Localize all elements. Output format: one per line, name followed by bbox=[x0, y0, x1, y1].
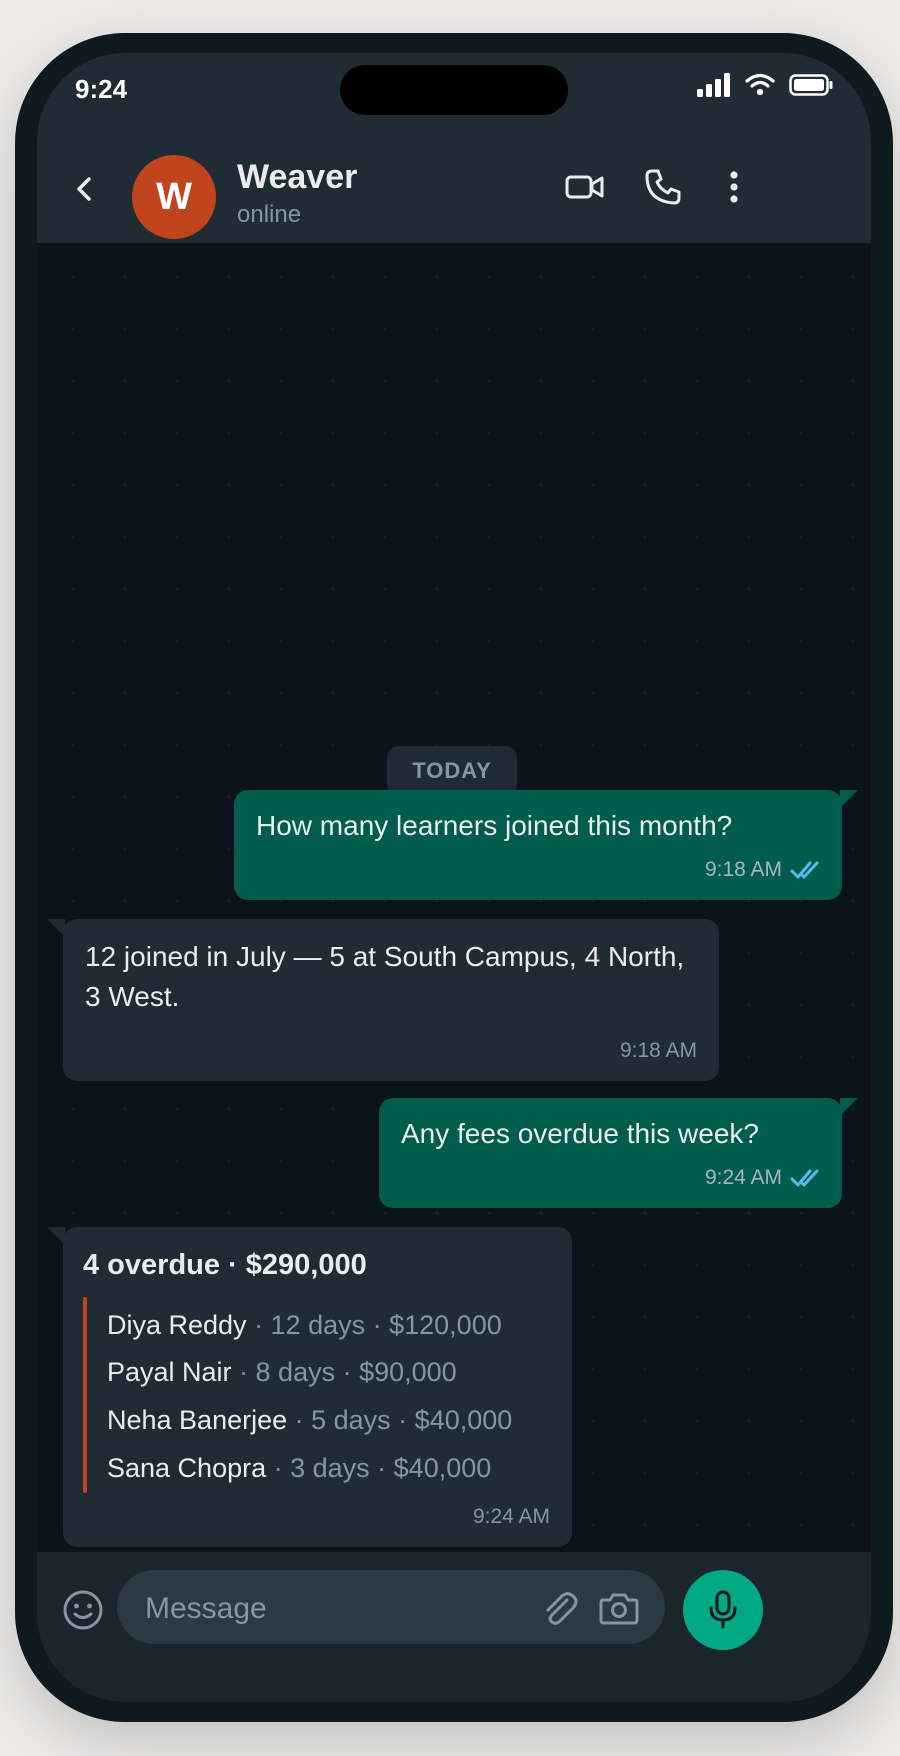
microphone-icon bbox=[709, 1590, 737, 1629]
overdue-row: Sana Chopra · 3 days · $40,000 bbox=[107, 1448, 491, 1488]
contact-status: online bbox=[237, 201, 302, 228]
more-options-icon bbox=[730, 171, 738, 203]
video-call-button[interactable] bbox=[563, 165, 607, 209]
message-meta: 9:18 AM bbox=[620, 1031, 697, 1071]
emoji-icon[interactable] bbox=[61, 1588, 105, 1632]
read-ticks-icon bbox=[790, 861, 819, 879]
message-meta: 9:18 AM bbox=[705, 850, 820, 890]
camera-icon[interactable] bbox=[597, 1586, 641, 1630]
back-icon[interactable] bbox=[67, 171, 103, 207]
message-bubble-outgoing[interactable]: Any fees overdue this week? 9:24 AM bbox=[379, 1098, 858, 1208]
overdue-details: · 5 days · $40,000 bbox=[287, 1405, 513, 1435]
overdue-row: Payal Nair · 8 days · $90,000 bbox=[107, 1352, 457, 1392]
learner-name: Diya Reddy bbox=[107, 1310, 247, 1340]
voice-call-button[interactable] bbox=[641, 165, 685, 209]
top-bar: 9:24 W Weaver online bbox=[37, 53, 871, 243]
message-time: 9:18 AM bbox=[619, 1039, 697, 1062]
overdue-details: · 3 days · $40,000 bbox=[266, 1453, 492, 1483]
battery-icon bbox=[789, 74, 833, 96]
learner-name: Payal Nair bbox=[107, 1357, 232, 1387]
signal-icon bbox=[697, 73, 730, 97]
composer-bar: Message bbox=[37, 1552, 871, 1702]
message-text: How many learners joined this month? bbox=[256, 810, 733, 841]
dynamic-island bbox=[340, 65, 568, 115]
screen: 9:24 W Weaver online TODAY How many lear… bbox=[37, 53, 871, 1702]
overdue-details: · 12 days · $120,000 bbox=[246, 1310, 502, 1340]
bubble-tail bbox=[840, 790, 858, 808]
video-call-icon bbox=[565, 175, 604, 199]
message-input[interactable]: Message bbox=[117, 1570, 665, 1644]
message-text: Any fees overdue this week? bbox=[401, 1118, 759, 1149]
message-time: 9:24 AM bbox=[472, 1505, 550, 1528]
message-bubble-outgoing[interactable]: How many learners joined this month? 9:1… bbox=[234, 790, 858, 900]
message-text: 12 joined in July — 5 at South Campus, 4… bbox=[85, 941, 685, 1012]
more-options-button[interactable] bbox=[712, 165, 756, 209]
overdue-fees-bubble[interactable]: 4 overdue · $290,000 Diya Reddy · 12 day… bbox=[47, 1227, 572, 1547]
bubble-tail bbox=[47, 1227, 65, 1245]
overdue-row: Neha Banerjee · 5 days · $40,000 bbox=[107, 1400, 512, 1440]
message-meta: 9:24 AM bbox=[705, 1158, 820, 1198]
contact-name[interactable]: Weaver bbox=[237, 158, 357, 197]
message-bubble-incoming[interactable]: 12 joined in July — 5 at South Campus, 4… bbox=[47, 919, 719, 1081]
phone-icon bbox=[645, 169, 681, 205]
bubble-tail bbox=[840, 1098, 858, 1116]
overdue-details: · 8 days · $90,000 bbox=[231, 1357, 457, 1387]
read-ticks-icon bbox=[790, 1169, 819, 1187]
overdue-row: Diya Reddy · 12 days · $120,000 bbox=[107, 1305, 502, 1345]
message-time: 9:24 AM bbox=[704, 1166, 782, 1189]
message-meta: 9:24 AM bbox=[473, 1497, 550, 1537]
chat-header: W Weaver online bbox=[37, 153, 871, 243]
message-placeholder: Message bbox=[145, 1592, 267, 1625]
overdue-summary: 4 overdue · $290,000 bbox=[83, 1249, 367, 1281]
avatar[interactable]: W bbox=[132, 155, 216, 239]
learner-name: Sana Chopra bbox=[107, 1453, 267, 1483]
status-icons bbox=[697, 73, 833, 97]
phone-frame: 9:24 W Weaver online TODAY How many lear… bbox=[15, 33, 893, 1722]
bubble-tail bbox=[47, 919, 65, 937]
status-time: 9:24 bbox=[75, 74, 128, 104]
wifi-icon bbox=[745, 73, 775, 96]
voice-message-button[interactable] bbox=[683, 1570, 763, 1650]
date-separator: TODAY bbox=[387, 746, 517, 796]
quote-bar bbox=[83, 1297, 87, 1493]
message-time: 9:18 AM bbox=[704, 858, 782, 881]
learner-name: Neha Banerjee bbox=[107, 1405, 288, 1435]
attach-icon[interactable] bbox=[537, 1586, 581, 1630]
